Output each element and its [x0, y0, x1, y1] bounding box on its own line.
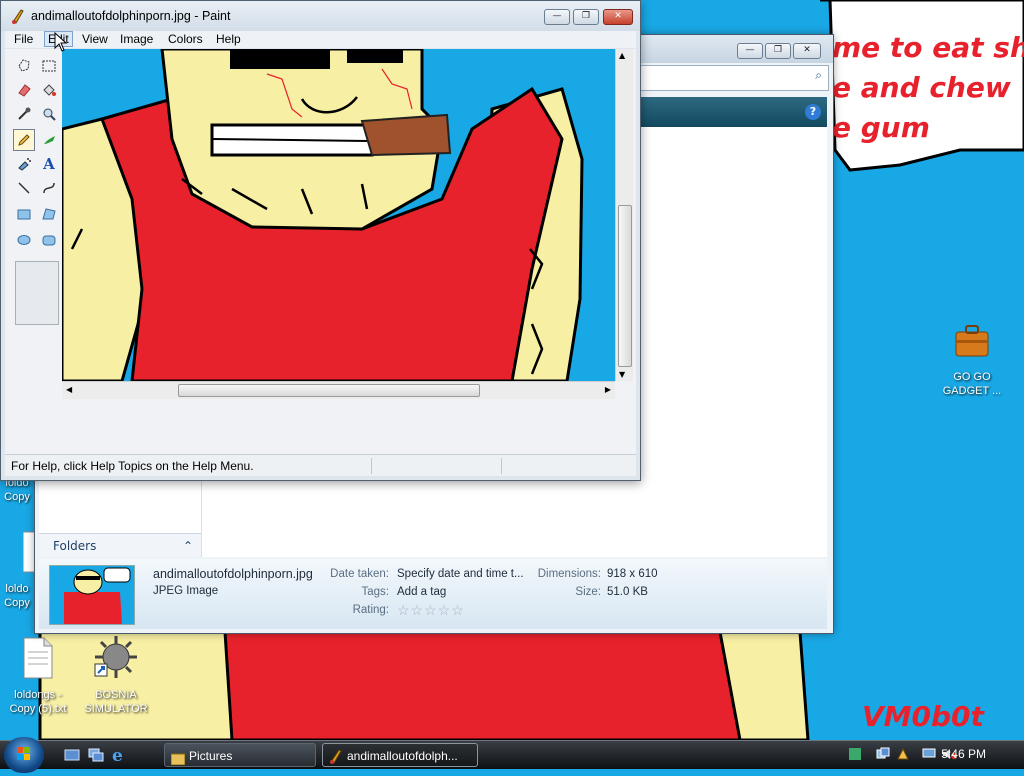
menu-file[interactable]: File	[11, 32, 36, 46]
signature-text: VM0b0t	[862, 700, 984, 733]
fill-icon[interactable]	[38, 79, 60, 101]
text-file-icon	[0, 636, 78, 684]
clock[interactable]: 5:46 PM	[941, 747, 986, 761]
rounded-rect-icon[interactable]	[38, 229, 60, 251]
tray-bluetooth-icon[interactable]	[848, 747, 862, 761]
maximize-button[interactable]: ❐	[573, 9, 599, 25]
menu-view[interactable]: View	[79, 32, 111, 46]
status-text: For Help, click Help Topics on the Help …	[11, 459, 254, 473]
maximize-button[interactable]: ❐	[765, 43, 791, 59]
vertical-scroll-thumb[interactable]	[618, 205, 632, 367]
menu-help[interactable]: Help	[213, 32, 244, 46]
picker-icon[interactable]	[13, 103, 35, 125]
paint-titlebar[interactable]: andimalloutofdolphinporn.jpg - Paint — ❐…	[1, 1, 640, 31]
horizontal-scrollbar[interactable]: ◀ ▶	[62, 381, 615, 399]
help-icon[interactable]: ?	[805, 104, 821, 120]
rating-label: Rating:	[352, 604, 389, 616]
menu-colors[interactable]: Colors	[165, 32, 206, 46]
internet-explorer-icon[interactable]: e	[112, 746, 123, 766]
airbrush-icon[interactable]	[13, 153, 35, 175]
chevron-up-icon: ⌃	[182, 539, 193, 553]
dimensions-value: 918 x 610	[607, 568, 658, 580]
tray-updates-icon[interactable]	[896, 747, 910, 764]
switch-windows-icon[interactable]	[88, 748, 104, 765]
scroll-down-icon[interactable]: ▼	[619, 370, 625, 379]
horizontal-scroll-thumb[interactable]	[178, 384, 480, 397]
scroll-left-icon[interactable]: ◀	[66, 385, 72, 394]
show-desktop-icon[interactable]	[64, 748, 80, 765]
taskbar: e Pictures andimalloutofdolph... 5:46 PM	[0, 737, 1024, 773]
search-icon[interactable]: ⌕	[815, 68, 822, 83]
eraser-icon[interactable]	[13, 79, 35, 101]
status-divider	[501, 458, 502, 474]
magnifier-icon[interactable]	[38, 103, 60, 125]
status-divider	[371, 458, 372, 474]
taskbar-button-label: andimalloutofdolph...	[347, 749, 458, 763]
taskbar-button-label: Pictures	[189, 749, 233, 763]
folders-label: Folders	[53, 539, 97, 553]
tool-options-panel[interactable]	[15, 261, 59, 325]
file-name: andimalloutofdolphinporn.jpg	[153, 567, 313, 581]
close-button[interactable]: ✕	[603, 9, 633, 25]
briefcase-icon	[932, 318, 1012, 366]
size-value: 51.0 KB	[607, 586, 648, 598]
paint-window[interactable]: andimalloutofdolphinporn.jpg - Paint — ❐…	[0, 0, 641, 481]
minimize-button[interactable]: —	[544, 9, 570, 25]
desktop-icon-loldongs-copy-5[interactable]: loldongs - Copy (5).txt	[0, 636, 78, 716]
rect-select-icon[interactable]	[38, 55, 60, 77]
file-thumbnail	[49, 565, 135, 625]
paint-app-icon	[329, 748, 343, 766]
vertical-scrollbar[interactable]: ▲ ▼	[615, 49, 633, 381]
size-label: Size:	[575, 586, 601, 598]
desktop-icon-label: loldongs - Copy (5).txt	[9, 689, 67, 715]
minimize-button[interactable]: —	[737, 43, 763, 59]
date-taken-label: Date taken:	[330, 568, 389, 580]
rating-stars[interactable]: ☆☆☆☆☆	[397, 602, 465, 619]
tray-network-icon[interactable]	[876, 747, 890, 764]
dimensions-label: Dimensions:	[537, 568, 601, 580]
canvas-image	[62, 49, 615, 381]
brush-icon[interactable]	[38, 129, 60, 151]
status-bar: For Help, click Help Topics on the Help …	[5, 454, 636, 476]
tray-monitor-icon[interactable]	[922, 747, 936, 764]
free-select-icon[interactable]	[13, 55, 35, 77]
curve-icon[interactable]	[38, 177, 60, 199]
menu-image[interactable]: Image	[117, 32, 156, 46]
speech-bubble-text: me to eat shit e and chew e gum	[832, 31, 1024, 144]
scroll-right-icon[interactable]: ▶	[605, 385, 611, 394]
line-icon[interactable]	[13, 177, 35, 199]
file-type: JPEG Image	[153, 585, 219, 597]
taskbar-button-paint[interactable]: andimalloutofdolph...	[322, 743, 478, 767]
mouse-cursor-icon	[54, 31, 68, 55]
desktop-icon-label: GO GO GADGET ...	[942, 371, 1002, 397]
details-pane: andimalloutofdolphinporn.jpg JPEG Image …	[39, 559, 827, 629]
folders-toggle[interactable]: Folders ⌃	[39, 533, 201, 557]
tags-label: Tags:	[361, 586, 390, 598]
desktop-icon-go-go-gadget[interactable]: GO GO GADGET ...	[932, 318, 1012, 398]
folder-icon	[170, 749, 186, 766]
date-taken-value[interactable]: Specify date and time t...	[397, 568, 524, 580]
taskbar-button-pictures[interactable]: Pictures	[164, 743, 316, 767]
ellipse-icon[interactable]	[13, 229, 35, 251]
close-button[interactable]: ✕	[793, 43, 821, 59]
polygon-icon[interactable]	[38, 203, 60, 225]
window-title: andimalloutofdolphinporn.jpg - Paint	[31, 9, 231, 23]
spiked-mine-icon	[76, 634, 156, 684]
pencil-icon[interactable]	[13, 129, 35, 151]
tags-value[interactable]: Add a tag	[397, 586, 446, 598]
rectangle-icon[interactable]	[13, 203, 35, 225]
desktop-icon-label: BOSNIA SIMULATOR	[84, 689, 148, 715]
drawing-canvas[interactable]	[62, 49, 615, 381]
scroll-up-icon[interactable]: ▲	[619, 51, 625, 60]
desktop-icon-bosnia-simulator[interactable]: BOSNIA SIMULATOR	[76, 634, 156, 716]
menu-bar: File Edit View Image Colors Help	[5, 31, 636, 48]
text-icon[interactable]: A	[38, 153, 60, 175]
paint-app-icon	[11, 8, 25, 27]
